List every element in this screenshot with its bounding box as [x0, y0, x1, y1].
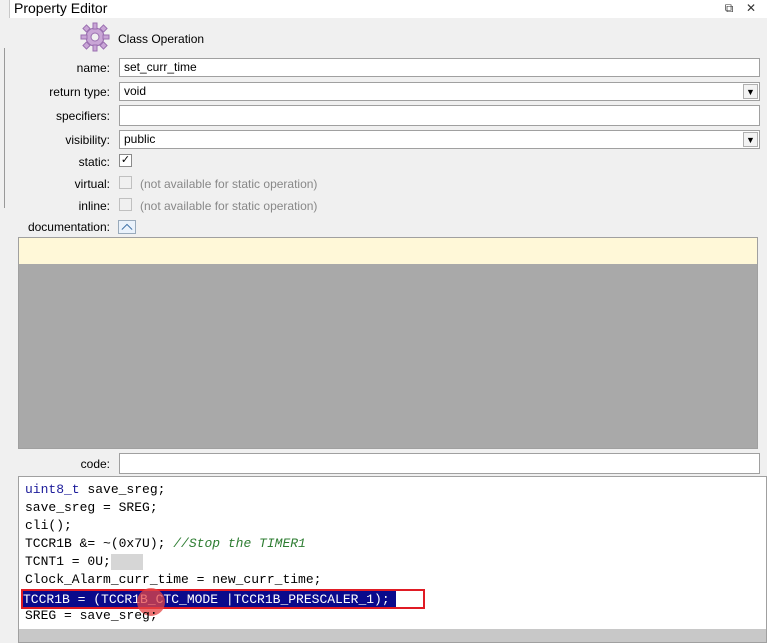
code-line: SREG = save_sreg;	[25, 608, 158, 623]
specifiers-input[interactable]	[119, 105, 760, 126]
virtual-checkbox[interactable]	[119, 176, 132, 189]
inline-note: (not available for static operation)	[140, 199, 318, 213]
code-line: TCCR1B &= ~(0x7U); //Stop the TIMER1	[25, 536, 306, 551]
name-input[interactable]: set_curr_time	[119, 58, 760, 77]
static-checkbox[interactable]: ✓	[119, 154, 132, 167]
selection-remnant	[110, 553, 143, 570]
code-line: TCNT1 = 0U;	[25, 553, 143, 571]
close-icon[interactable]: ✕	[744, 1, 758, 15]
gear-icon	[80, 22, 110, 52]
virtual-label: virtual:	[74, 177, 110, 191]
code-line: Clock_Alarm_curr_time = new_curr_time;	[25, 572, 322, 587]
dropdown-arrow-icon[interactable]: ▼	[743, 132, 758, 147]
inline-label: inline:	[78, 199, 110, 213]
code-line: uint8_t save_sreg;	[25, 482, 166, 497]
documentation-current-line	[19, 238, 757, 264]
documentation-label: documentation:	[27, 220, 110, 234]
dropdown-arrow-icon[interactable]: ▼	[743, 84, 758, 99]
inline-checkbox[interactable]	[119, 198, 132, 211]
return-type-value: void	[124, 84, 147, 98]
left-strip	[0, 0, 10, 18]
window-title: Property Editor	[14, 0, 108, 16]
code-line: cli();	[25, 518, 72, 533]
visibility-combo[interactable]: public ▼	[119, 130, 760, 149]
property-form: Class Operation name: set_curr_time retu…	[14, 18, 767, 643]
virtual-note: (not available for static operation)	[140, 177, 318, 191]
title-bar: Property Editor ⧉ ✕	[0, 0, 767, 18]
pin-icon[interactable]: ⧉	[722, 1, 736, 15]
specifiers-label: specifiers:	[55, 109, 110, 123]
code-editor[interactable]: uint8_t save_sreg; save_sreg = SREG; cli…	[18, 476, 767, 643]
return-type-label: return type:	[49, 85, 110, 99]
code-horizontal-scrollbar[interactable]	[19, 629, 766, 642]
static-label: static:	[78, 155, 110, 169]
visibility-label: visibility:	[65, 133, 110, 147]
collapse-icon[interactable]	[118, 220, 136, 234]
code-line: save_sreg = SREG;	[25, 500, 158, 515]
code-label: code:	[80, 457, 110, 471]
highlight-box	[21, 589, 425, 609]
left-edge-panel	[0, 18, 10, 643]
element-type-label: Class Operation	[118, 32, 205, 46]
documentation-editor[interactable]	[18, 237, 758, 449]
visibility-value: public	[124, 132, 156, 146]
name-label: name:	[76, 61, 110, 75]
code-input[interactable]	[119, 453, 760, 474]
return-type-combo[interactable]: void ▼	[119, 82, 760, 101]
left-edge-divider	[4, 48, 5, 208]
